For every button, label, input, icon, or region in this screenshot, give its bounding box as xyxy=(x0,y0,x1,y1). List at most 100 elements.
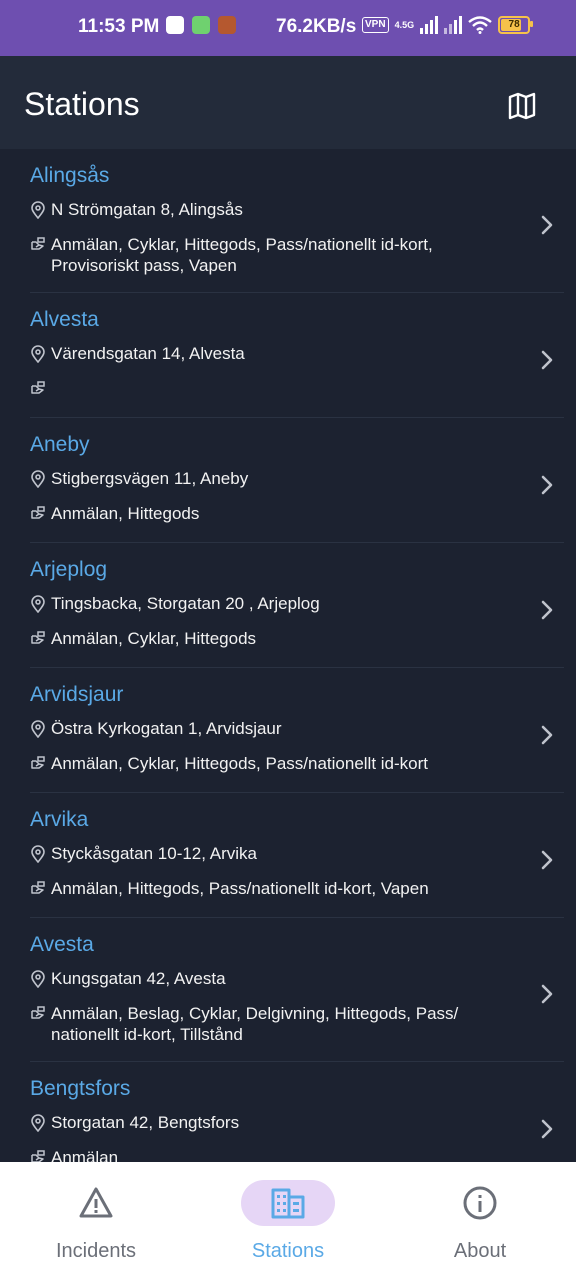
station-services-row: Anmälan, Cyklar, Hittegods xyxy=(30,628,564,651)
location-pin-icon xyxy=(30,201,51,224)
services-icon xyxy=(30,1149,51,1162)
station-services: Anmälan, Beslag, Cyklar, Delgivning, Hit… xyxy=(51,1004,459,1044)
android-notification-icon xyxy=(192,16,210,34)
nav-incidents-label: Incidents xyxy=(55,1240,137,1262)
station-address: Styckåsgatan 10-12, Arvika xyxy=(51,844,258,863)
status-time: 11:53 PM xyxy=(78,16,160,37)
services-icon xyxy=(30,236,51,257)
station-list-item[interactable]: Avesta Kungsgatan 42, Avesta Anmälan, Besl… xyxy=(30,918,564,1062)
station-name: Bengtsfors xyxy=(30,1077,131,1100)
station-services: Anmälan, Cyklar, Hittegods, Pass/natione… xyxy=(51,754,429,773)
station-list-item[interactable]: Alingsås N Strömgatan 8, Alingsås Anmälan,… xyxy=(30,149,564,293)
station-address: Storgatan 42, Bengtsfors xyxy=(51,1113,240,1132)
services-icon xyxy=(30,880,51,901)
station-address: Kungsgatan 42, Avesta xyxy=(51,969,226,988)
bottom-navigation: Incidents Stations About xyxy=(0,1162,576,1280)
map-button[interactable] xyxy=(500,86,544,126)
map-icon xyxy=(508,92,536,120)
station-services: Anmälan, Cyklar, Hittegods, Pass/natione… xyxy=(51,235,433,275)
item-spacer xyxy=(30,901,564,917)
chevron-right-icon xyxy=(540,984,554,1004)
building-icon xyxy=(271,1188,305,1219)
station-list-item[interactable]: Arvidsjaur Östra Kyrkogatan 1, Arvidsjaur… xyxy=(30,668,564,793)
station-services: Anmälan xyxy=(51,1148,119,1162)
station-address-row: Stigbergsvägen 11, Aneby xyxy=(30,468,564,493)
station-services: Anmälan, Hittegods, Pass/nationellt id-k… xyxy=(51,879,429,898)
station-name: Arvidsjaur xyxy=(30,683,124,706)
station-name: Aneby xyxy=(30,433,90,456)
network-type: 4.5G xyxy=(394,19,415,30)
station-services: Anmälan, Hittegods xyxy=(51,504,200,523)
services-icon xyxy=(30,755,51,776)
station-list[interactable]: Alingsås N Strömgatan 8, Alingsås Anmälan,… xyxy=(0,149,576,1162)
page-title: Stations xyxy=(24,86,140,122)
app-notification-icon xyxy=(166,16,184,34)
location-pin-icon xyxy=(30,595,51,618)
item-spacer xyxy=(30,526,564,542)
station-services-row: Anmälan, Beslag, Cyklar, Delgivning, Hit… xyxy=(30,1003,564,1045)
location-pin-icon xyxy=(30,345,51,368)
station-services-row: Anmälan, Cyklar, Hittegods, Pass/natione… xyxy=(30,234,564,276)
chevron-right-icon xyxy=(540,350,554,370)
station-services-row: Anmälan, Hittegods, Pass/nationellt id-k… xyxy=(30,878,564,901)
item-spacer xyxy=(30,401,564,417)
battery-icon: 78 xyxy=(498,16,534,34)
services-icon xyxy=(30,505,51,526)
item-spacer xyxy=(30,1045,564,1061)
station-address-row: N Strömgatan 8, Alingsås xyxy=(30,199,564,224)
station-address-row: Östra Kyrkogatan 1, Arvidsjaur xyxy=(30,718,564,743)
chevron-right-icon xyxy=(540,475,554,495)
station-list-item[interactable]: Arjeplog Tingsbacka, Storgatan 20 , Arjep… xyxy=(30,543,564,668)
location-pin-icon xyxy=(30,470,51,493)
chevron-right-icon xyxy=(540,215,554,235)
station-name: Avesta xyxy=(30,933,94,956)
item-spacer xyxy=(30,651,564,667)
station-name: Alingsås xyxy=(30,164,110,187)
station-address: Stigbergsvägen 11, Aneby xyxy=(51,469,249,488)
station-address-row: Värendsgatan 14, Alvesta xyxy=(30,343,564,368)
station-services: Anmälan, Cyklar, Hittegods xyxy=(51,629,257,648)
status-indicators: VPN 4.5G 78 xyxy=(362,16,534,34)
status-bar: 11:53 PM 76.2KB/s VPN 4.5G 78 xyxy=(0,0,576,56)
services-icon xyxy=(30,1005,51,1026)
signal-icon xyxy=(420,16,439,34)
station-list-item[interactable]: Arvika Styckåsgatan 10-12, Arvika Anmälan,… xyxy=(30,793,564,918)
station-services-row: Anmälan xyxy=(30,1147,564,1162)
nav-about-label: About xyxy=(453,1240,507,1262)
location-pin-icon xyxy=(30,845,51,868)
nav-stations-label: Stations xyxy=(251,1240,325,1262)
station-name: Arvika xyxy=(30,808,89,831)
location-pin-icon xyxy=(30,970,51,993)
station-list-item[interactable]: Bengtsfors Storgatan 42, Bengtsfors Anmäla… xyxy=(30,1062,564,1162)
station-list-item[interactable]: Aneby Stigbergsvägen 11, Aneby Anmälan, Hi… xyxy=(30,418,564,543)
battery-level: 78 xyxy=(508,19,520,30)
notification-icons xyxy=(166,16,236,34)
station-address: Värendsgatan 14, Alvesta xyxy=(51,344,245,363)
station-address-row: Storgatan 42, Bengtsfors xyxy=(30,1112,564,1137)
item-spacer xyxy=(30,776,564,792)
nav-about[interactable]: About xyxy=(384,1162,576,1280)
signal-2-icon xyxy=(444,16,463,34)
vpn-badge: VPN xyxy=(362,17,389,33)
station-name: Arjeplog xyxy=(30,558,108,581)
station-address: N Strömgatan 8, Alingsås xyxy=(51,200,243,219)
nav-incidents[interactable]: Incidents xyxy=(0,1162,192,1280)
station-name: Alvesta xyxy=(30,308,99,331)
chevron-right-icon xyxy=(540,600,554,620)
nav-stations[interactable]: Stations xyxy=(192,1162,384,1280)
game-notification-icon xyxy=(218,16,236,34)
chevron-right-icon xyxy=(540,725,554,745)
station-list-item[interactable]: Alvesta Värendsgatan 14, Alvesta xyxy=(30,293,564,418)
item-spacer xyxy=(30,276,564,292)
services-icon xyxy=(30,630,51,651)
location-pin-icon xyxy=(30,1114,51,1137)
wifi-icon xyxy=(468,16,492,34)
station-services-row: Anmälan, Hittegods xyxy=(30,503,564,526)
services-icon xyxy=(30,380,51,401)
station-address: Östra Kyrkogatan 1, Arvidsjaur xyxy=(51,719,282,738)
station-address-row: Styckåsgatan 10-12, Arvika xyxy=(30,843,564,868)
info-icon xyxy=(463,1186,497,1220)
chevron-right-icon xyxy=(540,850,554,870)
station-services-row: Anmälan, Cyklar, Hittegods, Pass/natione… xyxy=(30,753,564,776)
chevron-right-icon xyxy=(540,1119,554,1139)
